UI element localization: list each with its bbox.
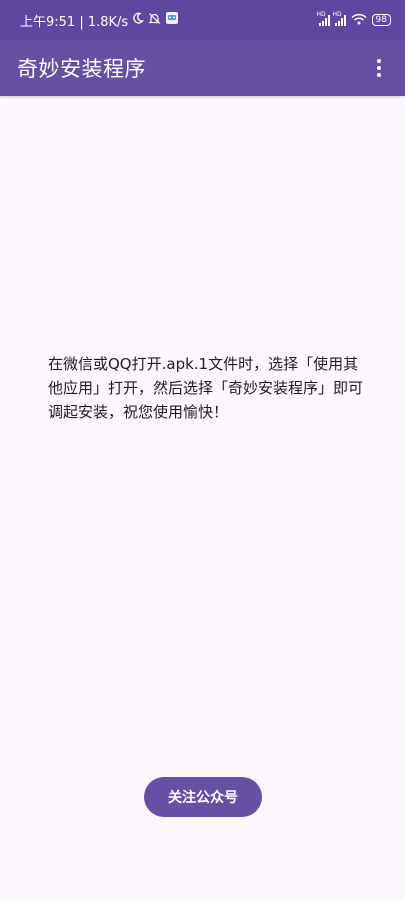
signal-icon: HD — [317, 11, 330, 26]
moon-icon — [132, 12, 145, 28]
status-time-speed: 上午9:51 | 1.8K/s — [20, 14, 129, 30]
signal-icon-2: HD — [333, 11, 346, 26]
follow-official-account-button[interactable]: 关注公众号 — [144, 777, 262, 817]
status-left: 上午9:51 | 1.8K/s — [20, 11, 179, 30]
app-bar: 奇妙安装程序 — [0, 40, 405, 96]
status-right: HD HD 98 — [317, 11, 391, 28]
more-vert-icon[interactable] — [367, 56, 391, 80]
app-notification-icon — [165, 11, 179, 29]
app-title: 奇妙安装程序 — [17, 57, 146, 81]
bell-off-icon — [148, 12, 161, 29]
network-label: HD — [316, 10, 326, 18]
status-bar: 上午9:51 | 1.8K/s HD HD 98 — [0, 0, 405, 40]
instruction-text: 在微信或QQ打开.apk.1文件时，选择「使用其他应用」打开，然后选择「奇妙安装… — [48, 355, 364, 421]
battery-indicator: 98 — [371, 14, 391, 26]
network-label-2: HD — [332, 10, 342, 18]
wifi-icon — [351, 13, 367, 28]
